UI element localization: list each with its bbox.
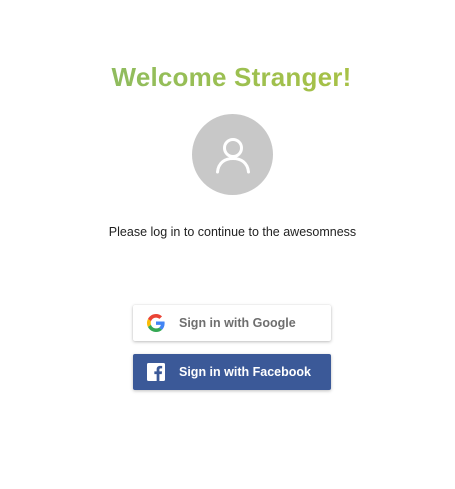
facebook-button-label: Sign in with Facebook xyxy=(179,365,311,379)
user-icon xyxy=(213,135,253,175)
google-sign-in-button[interactable]: Sign in with Google xyxy=(133,305,331,341)
avatar xyxy=(192,114,273,195)
login-prompt: Please log in to continue to the awesomn… xyxy=(108,225,357,239)
login-page: Welcome Stranger! Please log in to conti… xyxy=(0,0,455,489)
facebook-icon xyxy=(147,363,165,381)
page-title: Welcome Stranger! xyxy=(0,62,455,93)
google-icon xyxy=(147,314,165,332)
google-button-label: Sign in with Google xyxy=(179,316,296,330)
facebook-sign-in-button[interactable]: Sign in with Facebook xyxy=(133,354,331,390)
